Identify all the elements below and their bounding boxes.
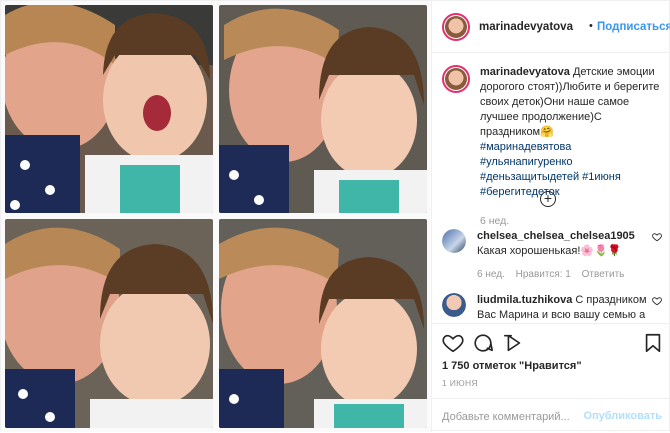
plus-circle-icon[interactable]: + (540, 191, 556, 207)
comment-text: Какая хорошенькая!🌸🌷🌹 (477, 245, 622, 257)
hashtag-link[interactable]: #деньзащитыдетей (480, 171, 579, 183)
follow-button[interactable]: Подписаться (597, 21, 670, 33)
reply-button[interactable]: Ответить (582, 269, 625, 280)
comment-likes-count[interactable]: Нравится: 1 (516, 269, 571, 280)
hashtag-link[interactable]: #1июня (582, 171, 621, 183)
action-icons-row (442, 332, 664, 356)
caption-timestamp[interactable]: 6 нед. (480, 214, 664, 229)
comment-item: chelsea_chelsea_chelsea1905 Какая хороше… (442, 229, 664, 282)
post-side-panel: marinadevyatova • Подписаться marinadevy… (431, 1, 670, 432)
author-username[interactable]: marinadevyatova (479, 21, 573, 33)
commenter-avatar[interactable] (442, 229, 466, 253)
photo-tile-smiling-child (219, 5, 427, 213)
heart-icon[interactable] (442, 332, 464, 354)
comments-section[interactable]: marinadevyatova Детские эмоции дорогого … (432, 53, 670, 323)
caption-username[interactable]: marinadevyatova (480, 66, 570, 78)
separator-dot: • (589, 20, 593, 32)
commenter-avatar[interactable] (442, 293, 466, 317)
instagram-post: marinadevyatova • Подписаться marinadevy… (0, 0, 670, 432)
comment-timestamp[interactable]: 6 нед. (477, 269, 505, 280)
commenter-username[interactable]: chelsea_chelsea_chelsea1905 (477, 230, 635, 242)
post-date[interactable]: 1 ИЮНЯ (442, 378, 478, 388)
photo-tile-laughing-child (5, 5, 213, 213)
commenter-username[interactable]: liudmila.tuzhikova (477, 294, 572, 306)
hugging-emoji: 🤗 (540, 126, 554, 138)
publish-button[interactable]: Опубликовать (583, 410, 662, 422)
small-heart-icon[interactable] (652, 296, 662, 306)
hashtag-link[interactable]: #маринадевятова (480, 141, 571, 153)
hashtag-link[interactable]: #ульянапигуренко (480, 156, 573, 168)
photo-tile-pouting-child (5, 219, 213, 428)
author-avatar[interactable] (442, 13, 470, 41)
share-icon[interactable] (502, 332, 524, 354)
post-actions: 1 750 отметок "Нравится" 1 ИЮНЯ Опублико… (432, 323, 670, 432)
post-photo-collage[interactable] (1, 1, 430, 432)
comment-item: liudmila.tuzhikova С праздником Вас Мари… (442, 293, 664, 323)
comment-input[interactable] (442, 408, 592, 426)
photo-tile-calm-child (219, 219, 427, 428)
small-heart-icon[interactable] (652, 232, 662, 242)
add-comment-row: Опубликовать (432, 398, 670, 433)
bookmark-icon[interactable] (642, 332, 664, 354)
comment-icon[interactable] (472, 332, 494, 354)
caption-author-avatar[interactable] (442, 65, 470, 93)
post-header: marinadevyatova • Подписаться (432, 1, 670, 53)
likes-count[interactable]: 1 750 отметок "Нравится" (442, 360, 582, 372)
